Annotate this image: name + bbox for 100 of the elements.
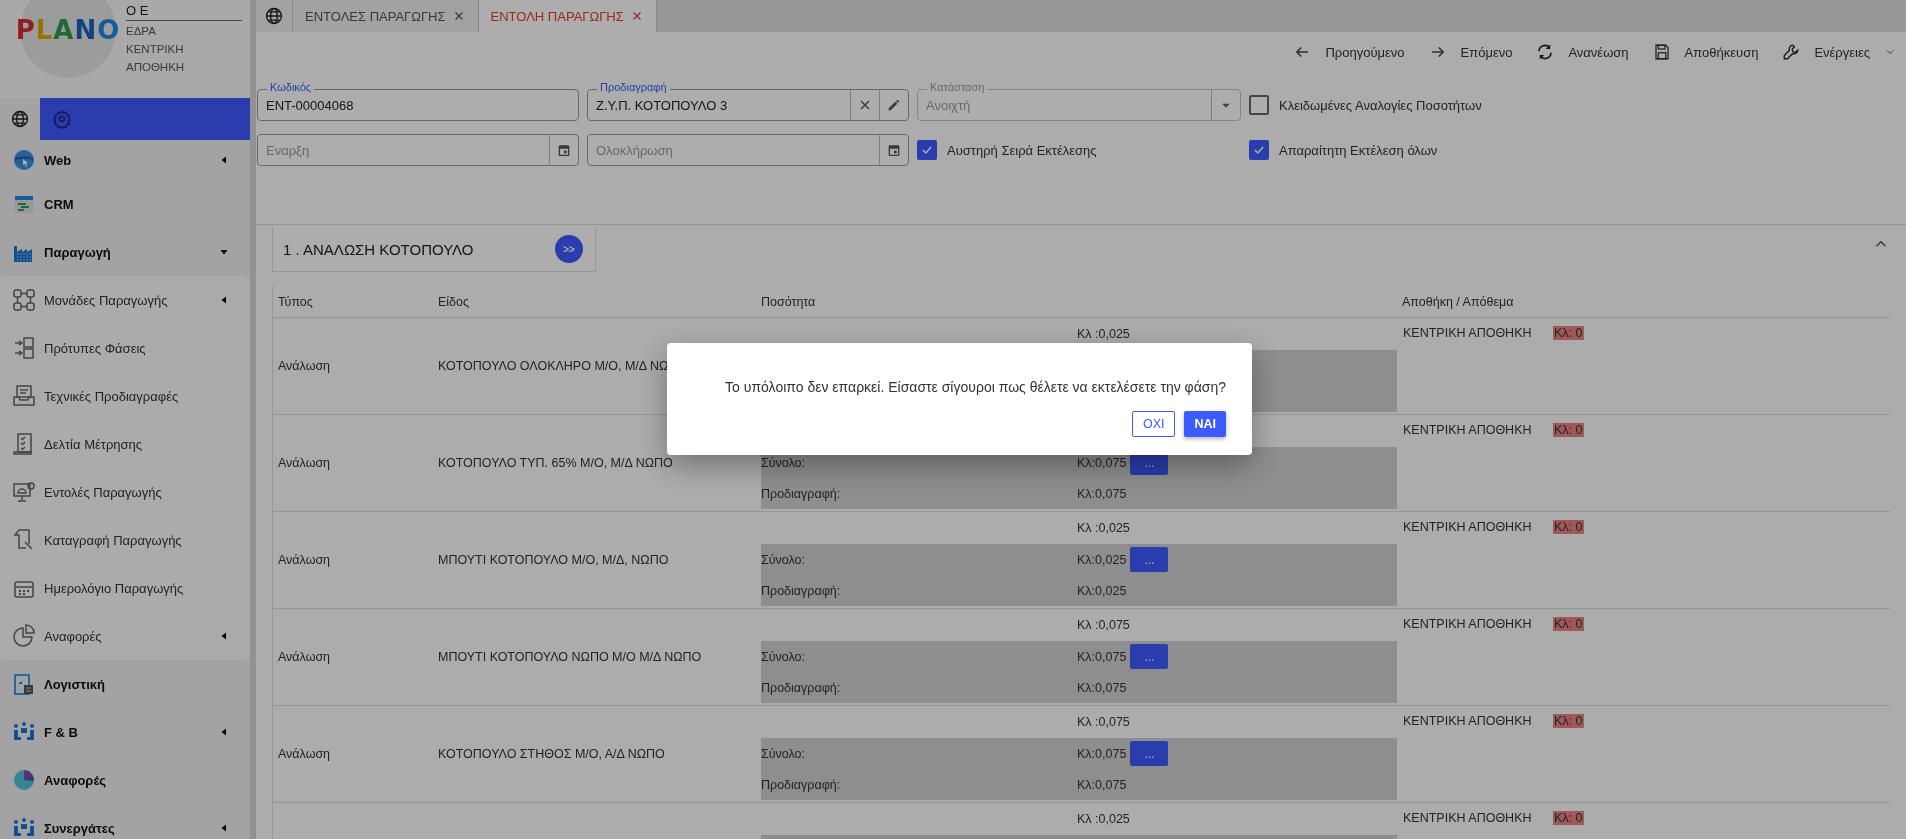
spec-value: Κλ:0,075 — [1077, 486, 1127, 501]
sidebar-item-label: Web — [44, 152, 73, 168]
sidebar-item-label: Αναφορές — [44, 772, 108, 788]
type-text: Ανάλωση — [278, 359, 331, 373]
branch-name: ΕΔΡΑ ΚΕΝΤΡΙΚΗ ΑΠΟΘΗΚΗ — [126, 24, 186, 75]
type-text: Ανάλωση — [278, 553, 331, 567]
sidebar-item-label: Παραγωγή — [44, 244, 112, 260]
total-value: Κλ:0,075 — [1077, 649, 1127, 664]
checkbox-label: Κλειδωμένες Αναλογίες Ποσοτήτων — [1279, 97, 1482, 113]
sidebar-item[interactable]: Παραγωγή — [0, 228, 250, 276]
sidebar-item[interactable]: Ημερολόγιο Παραγωγής — [0, 564, 250, 612]
sidebar-item[interactable]: Αναφορές — [0, 756, 250, 804]
sidebar-item[interactable]: Αναφορές — [0, 612, 250, 660]
input-field[interactable]: Εναρξη — [257, 134, 579, 166]
globe-tab[interactable] — [256, 0, 293, 32]
more-button[interactable]: ... — [1130, 644, 1169, 669]
warehouse-name: ΚΕΝΤΡΙΚΗ ΑΠΟΘΗΚΗ — [1403, 520, 1533, 534]
sidebar-item-label: Τεχνικές Προδιαγραφές — [44, 388, 180, 404]
stock-badge: Κλ: 0 — [1553, 326, 1584, 340]
sidebar-item[interactable]: Συνεργάτες — [0, 804, 250, 839]
toolbar-button[interactable]: Προηγούμενο — [1293, 43, 1405, 61]
quantity-value: Κλ :0,025 — [1077, 812, 1130, 826]
spec-label: Προδιαγραφή: — [761, 583, 842, 598]
total-value: Κλ:0,075 — [1077, 746, 1127, 761]
total-label: Σύνολο: — [761, 552, 806, 567]
total-label: Σύνολο: — [761, 455, 806, 470]
logo: PLANO — [15, 15, 121, 45]
wrench-icon — [1782, 43, 1801, 61]
sidebar-item[interactable]: CRM — [0, 180, 250, 228]
stock-badge: Κλ: 0 — [1553, 714, 1584, 728]
toolbar-button[interactable]: Επόμενο — [1428, 43, 1513, 61]
sidebar-item[interactable]: Πρότυπες Φάσεις — [0, 324, 250, 372]
settings-icon — [52, 109, 72, 129]
checkbox-label: Αυστηρή Σειρά Εκτέλεσης — [947, 142, 1097, 158]
no-button[interactable]: ΟΧΙ — [1131, 411, 1176, 437]
toolbar-button[interactable]: Ανανέωση — [1536, 43, 1629, 61]
column-header: Είδος — [437, 294, 471, 309]
sidebar-item-label: Συνεργάτες — [44, 820, 116, 836]
checkbox[interactable] — [1249, 140, 1269, 160]
type-text: Ανάλωση — [278, 650, 331, 664]
sidebar-item[interactable]: Λογιστική — [0, 660, 250, 708]
arrow-into-box-icon — [12, 336, 36, 360]
warehouse-name: ΚΕΝΤΡΙΚΗ ΑΠΟΘΗΚΗ — [1403, 617, 1533, 631]
stock-badge: Κλ: 0 — [1553, 423, 1584, 437]
sidebar-item[interactable]: Εντολές Παραγωγής — [0, 468, 250, 516]
nodes-icon — [12, 288, 36, 312]
dialog-message: Το υπόλοιπο δεν επαρκεί. Είσαστε σίγουροι πως θέλετε να εκτελέσετε την φάση? — [725, 379, 1226, 395]
monitor-icon — [12, 480, 36, 504]
column-header: Ποσότητα — [760, 294, 817, 309]
item-name: ΚΟΤΟΠΟΥΛΟ ΤΥΠ. 65% Μ/Ο, Μ/Δ ΝΩΠΟ — [438, 456, 673, 470]
checkbox[interactable] — [917, 140, 937, 160]
spec-value: Κλ:0,075 — [1077, 777, 1127, 792]
yes-button[interactable]: ΝΑΙ — [1184, 411, 1226, 437]
spec-label: Προδιαγραφή: — [761, 486, 842, 501]
sidebar-item[interactable]: Μονάδες Παραγωγής — [0, 276, 250, 324]
checkbox[interactable] — [1249, 95, 1269, 115]
field-label: Κατάσταση — [927, 81, 988, 93]
sidebar-item[interactable]: Τεχνικές Προδιαγραφές — [0, 372, 250, 420]
quantity-value: Κλ :0,075 — [1077, 618, 1130, 632]
next-button[interactable]: >> — [555, 235, 583, 263]
stock-badge: Κλ: 0 — [1553, 617, 1584, 631]
sidebar-item-label: Καταγραφή Παραγωγής — [44, 532, 183, 548]
field-label: Κωδικός — [267, 81, 315, 93]
toolbar-button[interactable]: Ενέργειες — [1782, 43, 1896, 61]
tab[interactable]: ΕΝΤΟΛΕΣ ΠΑΡΑΓΩΓΗΣ — [293, 0, 479, 32]
pie-chart-icon — [12, 768, 36, 792]
globe-icon — [10, 109, 30, 129]
tray-document-icon — [12, 384, 36, 408]
sidebar-item-label: Πρότυπες Φάσεις — [44, 340, 147, 356]
warehouse-name: ΚΕΝΤΡΙΚΗ ΑΠΟΘΗΚΗ — [1403, 714, 1533, 728]
input-field[interactable]: Ολοκλήρωση — [587, 134, 909, 166]
total-label: Σύνολο: — [761, 649, 806, 664]
item-name: ΚΟΤΟΠΟΥΛΟ ΣΤΗΘΟΣ Μ/Ο, Α/Δ ΝΩΠΟ — [438, 747, 665, 761]
type-text: Ανάλωση — [278, 456, 331, 470]
toolbar-button[interactable]: Αποθήκευση — [1652, 43, 1759, 61]
spec-label: Προδιαγραφή: — [761, 777, 842, 792]
sidebar-item-label: Λογιστική — [44, 676, 106, 692]
more-button[interactable]: ... — [1130, 547, 1169, 572]
sidebar-item[interactable]: F & B — [0, 708, 250, 756]
item-name: ΜΠΟΥΤΙ ΚΟΤΟΠΟΥΛΟ Μ/Ο, Μ/Δ, ΝΩΠΟ — [438, 553, 669, 567]
stock-badge: Κλ: 0 — [1553, 520, 1584, 534]
type-text: Ανάλωση — [278, 747, 331, 761]
sidebar-item[interactable]: Web — [0, 140, 250, 180]
sidebar-item-label: Ημερολόγιο Παραγωγής — [44, 580, 185, 596]
stock-badge: Κλ: 0 — [1553, 811, 1584, 825]
save-icon — [1652, 43, 1671, 61]
sidebar-item-label: Αναφορές — [44, 628, 103, 644]
spec-value: Κλ:0,025 — [1077, 583, 1127, 598]
sidebar-item[interactable]: Δελτία Μέτρησης — [0, 420, 250, 468]
spec-label: Προδιαγραφή: — [761, 680, 842, 695]
sidebar-item-label: Εντολές Παραγωγής — [44, 484, 163, 500]
quantity-value: Κλ :0,075 — [1077, 715, 1130, 729]
more-button[interactable]: ... — [1130, 741, 1169, 766]
globe-icon — [12, 148, 36, 172]
sidebar-item-label: CRM — [44, 196, 75, 212]
pie-outline-icon — [12, 624, 36, 648]
sidebar-item[interactable]: Καταγραφή Παραγωγής — [0, 516, 250, 564]
globe-icon — [264, 6, 284, 26]
total-value: Κλ:0,075 — [1077, 455, 1127, 470]
sidebar-item-label: Μονάδες Παραγωγής — [44, 292, 169, 308]
